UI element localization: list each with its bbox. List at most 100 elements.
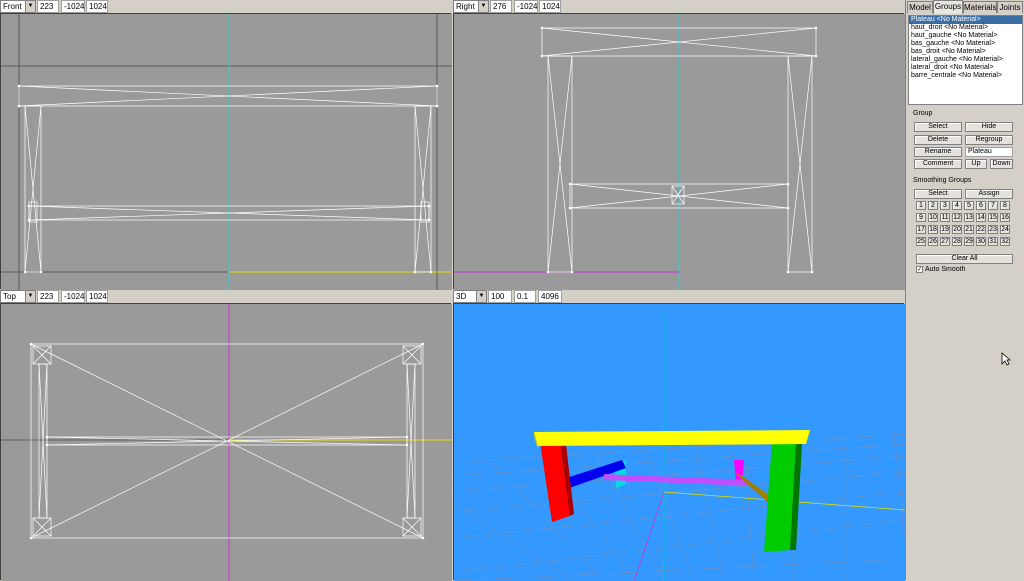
smoothing-group-button[interactable]: 10 — [928, 213, 938, 222]
smoothing-group-button[interactable]: 1 — [916, 201, 926, 210]
right-view-mode-select[interactable]: Right ▼ — [453, 0, 489, 13]
group-list-item[interactable]: lateral_gauche <No Material> — [909, 56, 1022, 64]
right-zoom-field[interactable]: 276 — [490, 0, 512, 13]
smoothing-group-button[interactable]: 25 — [916, 237, 926, 246]
smoothing-select-button[interactable]: Select — [914, 189, 962, 199]
right-viewport[interactable]: Right ▼ 276 -1024 1024 — [453, 0, 905, 290]
group-list-item[interactable]: barre_centrale <No Material> — [909, 72, 1022, 80]
tab-materials[interactable]: Materials — [963, 1, 997, 13]
tab-model[interactable]: Model — [907, 1, 933, 13]
perspective-fov-field[interactable]: 100 — [488, 290, 512, 303]
front-max-field[interactable]: 1024 — [86, 0, 108, 13]
mouse-cursor-icon — [1001, 352, 1011, 366]
front-view-mode-label: Front — [3, 2, 22, 11]
group-regroup-button[interactable]: Regroup — [965, 135, 1013, 145]
smoothing-group-button[interactable]: 16 — [1000, 213, 1010, 222]
smoothing-group-button[interactable]: 21 — [964, 225, 974, 234]
chevron-down-icon: ▼ — [25, 1, 35, 12]
smoothing-group-button[interactable]: 5 — [964, 201, 974, 210]
smoothing-group-button[interactable]: 18 — [928, 225, 938, 234]
smoothing-group-button[interactable]: 13 — [964, 213, 974, 222]
clear-all-button[interactable]: Clear All — [916, 254, 1013, 264]
top-max-field[interactable]: 1024 — [86, 290, 108, 303]
group-list[interactable]: Plateau <No Material> haut_droit <No Mat… — [908, 15, 1023, 105]
smoothing-group-button[interactable]: 11 — [940, 213, 950, 222]
perspective-far-field[interactable]: 4096 — [538, 290, 562, 303]
smoothing-group-button[interactable]: 20 — [952, 225, 962, 234]
perspective-near-field[interactable]: 0.1 — [514, 290, 536, 303]
right-min-field[interactable]: -1024 — [514, 0, 538, 13]
properties-panel: Model Groups Materials Joints Plateau <N… — [905, 0, 1024, 580]
group-list-item[interactable]: bas_gauche <No Material> — [909, 40, 1022, 48]
smoothing-group-button[interactable]: 30 — [976, 237, 986, 246]
smoothing-group-button[interactable]: 15 — [988, 213, 998, 222]
tab-groups[interactable]: Groups — [933, 0, 963, 14]
smoothing-group-button[interactable]: 17 — [916, 225, 926, 234]
front-viewport[interactable]: Front ▼ 223 -1024 1024 — [0, 0, 452, 290]
smoothing-section-title: Smoothing Groups — [913, 177, 972, 184]
top-canvas[interactable] — [0, 303, 452, 581]
right-max-field[interactable]: 1024 — [539, 0, 561, 13]
group-comment-button[interactable]: Comment — [914, 159, 962, 169]
right-viewport-toolbar: Right ▼ 276 -1024 1024 — [453, 0, 904, 13]
top-wireframe — [1, 304, 452, 581]
group-hide-button[interactable]: Hide — [965, 122, 1013, 132]
perspective-viewport-toolbar: 3D ▼ 100 0.1 4096 — [453, 290, 904, 303]
group-list-item[interactable]: lateral_droit <No Material> — [909, 64, 1022, 72]
tab-joints[interactable]: Joints — [997, 1, 1023, 13]
front-view-mode-select[interactable]: Front ▼ — [0, 0, 36, 13]
perspective-viewport[interactable]: 3D ▼ 100 0.1 4096 — [453, 290, 905, 581]
smoothing-assign-button[interactable]: Assign — [965, 189, 1013, 199]
group-down-button[interactable]: Down — [990, 159, 1013, 169]
group-list-item[interactable]: haut_droit <No Material> — [909, 24, 1022, 32]
front-min-field[interactable]: -1024 — [61, 0, 85, 13]
smoothing-group-button[interactable]: 32 — [1000, 237, 1010, 246]
group-up-button[interactable]: Up — [965, 159, 987, 169]
smoothing-group-button[interactable]: 28 — [952, 237, 962, 246]
top-view-mode-select[interactable]: Top ▼ — [0, 290, 36, 303]
auto-smooth-checkbox[interactable]: ✓ — [916, 266, 923, 273]
smoothing-group-button[interactable]: 8 — [1000, 201, 1010, 210]
perspective-view-mode-select[interactable]: 3D ▼ — [453, 290, 487, 303]
group-list-item[interactable]: haut_gauche <No Material> — [909, 32, 1022, 40]
smoothing-group-button[interactable]: 22 — [976, 225, 986, 234]
smoothing-group-button[interactable]: 27 — [940, 237, 950, 246]
right-canvas[interactable] — [453, 13, 905, 290]
front-canvas[interactable] — [0, 13, 452, 290]
chevron-down-icon: ▼ — [25, 291, 35, 302]
group-list-item[interactable]: Plateau <No Material> — [909, 16, 1022, 24]
chevron-down-icon: ▼ — [476, 291, 486, 302]
smoothing-group-button[interactable]: 3 — [940, 201, 950, 210]
top-min-field[interactable]: -1024 — [61, 290, 85, 303]
group-section-title: Group — [913, 110, 933, 117]
top-viewport[interactable]: Top ▼ 223 -1024 1024 — [0, 290, 452, 581]
front-zoom-field[interactable]: 223 — [37, 0, 59, 13]
group-delete-button[interactable]: Delete — [914, 135, 962, 145]
smoothing-group-button[interactable]: 4 — [952, 201, 962, 210]
smoothing-group-button[interactable]: 14 — [976, 213, 986, 222]
group-select-button[interactable]: Select — [914, 122, 962, 132]
smoothing-group-button[interactable]: 9 — [916, 213, 926, 222]
smoothing-group-button[interactable]: 24 — [1000, 225, 1010, 234]
group-name-field[interactable]: Plateau — [965, 147, 1013, 157]
smoothing-group-button[interactable]: 2 — [928, 201, 938, 210]
perspective-view-mode-label: 3D — [456, 292, 467, 301]
smoothing-group-button[interactable]: 26 — [928, 237, 938, 246]
front-wireframe — [1, 14, 452, 290]
chevron-down-icon: ▼ — [478, 1, 488, 12]
smoothing-group-button[interactable]: 23 — [988, 225, 998, 234]
right-wireframe — [454, 14, 905, 290]
smoothing-group-button[interactable]: 12 — [952, 213, 962, 222]
smoothing-group-button[interactable]: 7 — [988, 201, 998, 210]
group-rename-button[interactable]: Rename — [914, 147, 962, 157]
perspective-render — [454, 304, 905, 581]
smoothing-group-button[interactable]: 29 — [964, 237, 974, 246]
perspective-canvas[interactable] — [453, 303, 905, 581]
smoothing-group-button[interactable]: 19 — [940, 225, 950, 234]
top-view-mode-label: Top — [3, 292, 16, 301]
smoothing-group-button[interactable]: 6 — [976, 201, 986, 210]
right-view-mode-label: Right — [456, 2, 475, 11]
group-list-item[interactable]: bas_droit <No Material> — [909, 48, 1022, 56]
smoothing-group-button[interactable]: 31 — [988, 237, 998, 246]
top-zoom-field[interactable]: 223 — [37, 290, 59, 303]
